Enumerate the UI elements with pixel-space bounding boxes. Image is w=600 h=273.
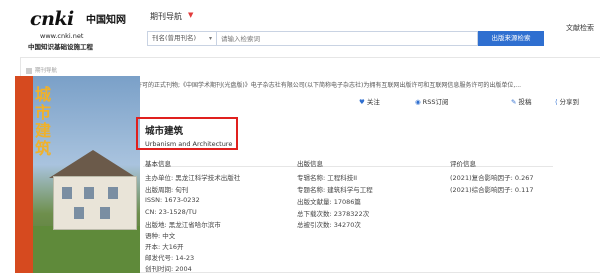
divider <box>143 166 553 167</box>
cover-band <box>15 76 33 273</box>
basic-info-row: 出版地: 黑龙江省哈尔滨市 <box>145 221 221 229</box>
cover-lawn <box>33 226 140 273</box>
basic-info-row: CN: 23-1528/TU <box>145 208 197 216</box>
cover-title: 城市建筑 <box>35 85 52 158</box>
search-input[interactable] <box>217 31 478 46</box>
cover-window <box>108 187 118 199</box>
search-scope-select[interactable]: 刊名(曾用刊名) ▾ <box>147 31 217 46</box>
publish-info-row: 专辑名称: 工程科技II <box>297 174 358 182</box>
submit-icon: ✎ <box>511 98 517 106</box>
publish-info-row: 总下载次数: 2378322次 <box>297 210 370 218</box>
follow-label: 关注 <box>366 98 380 106</box>
publish-info-row: 专题名称: 建筑科学与工程 <box>297 186 373 194</box>
publish-info-row: 出版文献量: 17086篇 <box>297 198 361 206</box>
basic-info-heading: 基本信息 <box>145 160 171 168</box>
publish-info-row: 总被引次数: 34270次 <box>297 221 361 229</box>
logo-url: www.cnki.net <box>40 32 84 40</box>
journal-cover-image: 城市建筑 <box>15 76 140 273</box>
chevron-down-icon: ▾ <box>208 35 212 42</box>
follow-button[interactable]: ♥ 关注 <box>359 96 380 106</box>
breadcrumb: 期刊导航 <box>26 66 57 74</box>
publish-info-heading: 出版信息 <box>297 160 323 168</box>
rss-subscribe-button[interactable]: ◉ RSS订阅 <box>415 96 448 106</box>
rss-icon: ◉ <box>415 98 421 106</box>
basic-info-row: 创刊时间: 2004 <box>145 265 192 273</box>
cover-window <box>74 207 84 219</box>
basic-info-row: 出版周期: 旬刊 <box>145 186 189 194</box>
basic-info-row: 主办单位: 黑龙江科学技术出版社 <box>145 174 241 182</box>
literature-search-link[interactable]: 文献检索 <box>566 23 594 33</box>
basic-info-row: 开本: 大16开 <box>145 243 184 251</box>
share-button[interactable]: ⟨ 分享到 <box>555 96 579 106</box>
search-scope-value: 刊名(曾用刊名) <box>152 34 197 42</box>
cover-window <box>84 187 94 199</box>
submit-button[interactable]: ✎ 投稿 <box>511 96 531 106</box>
eval-info-heading: 评价信息 <box>450 160 476 168</box>
basic-info-row: 邮发代号: 14-23 <box>145 254 195 262</box>
basic-info-row: 语种: 中文 <box>145 232 176 240</box>
breadcrumb-item[interactable]: 期刊导航 <box>35 68 57 74</box>
search-button[interactable]: 出版来源检索 <box>478 31 544 46</box>
intro-text: 许可的正式刊物;《中国学术期刊(光盘版)》电子杂志社有限公司(以下简称电子杂志社… <box>136 82 522 89</box>
cover-house <box>53 176 137 230</box>
submit-label: 投稿 <box>518 98 532 106</box>
logo-brand: cnki <box>30 8 74 30</box>
share-icon: ⟨ <box>555 98 558 106</box>
heart-icon: ♥ <box>359 98 365 106</box>
share-label: 分享到 <box>559 98 580 106</box>
logo-subtitle: 中国知识基础设施工程 <box>28 43 93 51</box>
journal-title-en: Urbanism and Architecture <box>145 140 233 148</box>
basic-info-row: ISSN: 1673-0232 <box>145 196 200 204</box>
logo-cn: 中国知网 <box>86 15 126 26</box>
eval-info-row: (2021)综合影响因子: 0.117 <box>450 186 534 194</box>
cover-window <box>62 187 72 199</box>
caret-down-icon[interactable]: ▼ <box>188 11 193 19</box>
rss-label: RSS订阅 <box>422 98 449 106</box>
cnki-logo[interactable]: cnki 中国知网 www.cnki.net 中国知识基础设施工程 <box>28 8 128 51</box>
journal-nav-menu[interactable]: 期刊导航 <box>150 11 182 22</box>
cover-roof <box>49 150 137 178</box>
eval-info-row: (2021)复合影响因子: 0.267 <box>450 174 534 182</box>
cover-window <box>100 207 110 219</box>
journal-title: 城市建筑 <box>145 126 184 137</box>
home-icon[interactable] <box>26 67 32 74</box>
